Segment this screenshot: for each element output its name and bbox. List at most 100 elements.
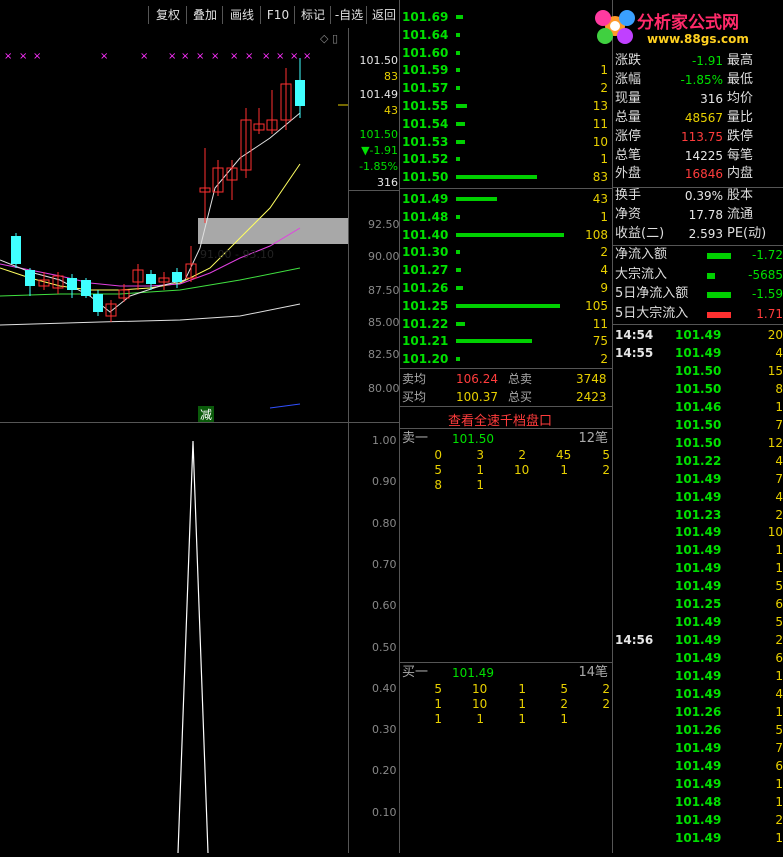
quote-value: -1.85% bbox=[680, 72, 723, 87]
svg-text:×: × bbox=[4, 51, 12, 62]
book-volume: 2 bbox=[600, 245, 608, 260]
toolbar-button-1[interactable]: 叠加 bbox=[186, 6, 223, 24]
tick-volume: 1 bbox=[775, 776, 783, 791]
quote-value: -1.91 bbox=[691, 54, 723, 68]
book-price: 101.59 bbox=[402, 63, 449, 78]
tick-volume: 5 bbox=[775, 615, 783, 630]
queue-order: 2 bbox=[602, 697, 610, 711]
quote-label-right: 股本 bbox=[727, 188, 754, 204]
flow-label: 5日净流入额 bbox=[615, 286, 689, 301]
volume-bar bbox=[456, 197, 498, 201]
quote-label: 净资 bbox=[615, 207, 642, 223]
volume-bar bbox=[456, 321, 465, 326]
queue-label: 卖一 bbox=[402, 431, 429, 446]
toolbar-button-4[interactable]: 标记 bbox=[294, 6, 331, 24]
quote-label-right: 量比 bbox=[727, 109, 754, 125]
side-value: 43 bbox=[384, 104, 398, 117]
book-volume: 83 bbox=[592, 170, 608, 185]
candlestick-chart: × × × × × × × × × × × × × × × bbox=[0, 51, 348, 409]
queue-order: 1 bbox=[518, 712, 526, 726]
book-volume: 11 bbox=[592, 116, 608, 131]
indicator-tick: 0.70 bbox=[372, 557, 397, 571]
indicator-tick: 0.60 bbox=[372, 599, 397, 613]
flower-logo-icon bbox=[595, 10, 635, 44]
tick-volume: 7 bbox=[775, 417, 783, 432]
flow-value: -1.59 bbox=[751, 287, 783, 301]
quote-label-right: 最高 bbox=[727, 53, 754, 68]
flow-label: 净流入额 bbox=[615, 247, 668, 262]
book-volume: 2 bbox=[600, 352, 608, 367]
tick-price: 101.49 bbox=[675, 543, 722, 558]
toolbar-button-3[interactable]: F10 bbox=[260, 6, 295, 24]
tick-price: 101.49 bbox=[675, 651, 722, 666]
tick-price: 101.26 bbox=[675, 704, 722, 719]
tick-price: 101.49 bbox=[675, 579, 722, 594]
tick-volume: 1 bbox=[775, 561, 783, 576]
tick-price: 101.49 bbox=[675, 740, 722, 755]
toolbar-button-6[interactable]: 返回 bbox=[366, 6, 401, 24]
flow-value: 1.71 bbox=[756, 306, 783, 321]
book-volume: 75 bbox=[592, 334, 608, 349]
volume-bar bbox=[456, 68, 460, 73]
toolbar: 复权 叠加 画线 F10 标记 -自选 返回 bbox=[0, 0, 400, 28]
indicator-tick: 0.20 bbox=[372, 764, 397, 778]
indicator-chart[interactable] bbox=[0, 423, 348, 854]
svg-text:×: × bbox=[168, 51, 176, 62]
book-price: 101.27 bbox=[402, 263, 449, 278]
book-price: 101.60 bbox=[402, 45, 449, 60]
tick-price: 101.49 bbox=[675, 561, 722, 576]
tick-volume: 12 bbox=[767, 435, 783, 450]
svg-text:×: × bbox=[230, 51, 238, 62]
flow-bar bbox=[707, 272, 715, 279]
tick-volume: 1 bbox=[775, 399, 783, 414]
tick-price: 101.49 bbox=[675, 615, 722, 630]
tick-price: 101.49 bbox=[675, 687, 722, 701]
volume-bar bbox=[456, 157, 460, 162]
book-volume: 1 bbox=[600, 63, 608, 78]
book-price: 101.57 bbox=[402, 81, 449, 96]
tick-volume: 2 bbox=[775, 507, 783, 522]
book-volume: 11 bbox=[592, 316, 608, 331]
quote-label: 涨停 bbox=[615, 128, 642, 144]
book-volume: 43 bbox=[592, 192, 608, 206]
book-price: 101.53 bbox=[402, 134, 449, 149]
tick-price: 101.46 bbox=[675, 399, 722, 414]
volume-bar bbox=[456, 175, 537, 180]
tick-volume: 5 bbox=[775, 579, 783, 594]
quote-value: 316 bbox=[700, 91, 723, 106]
volume-bar bbox=[456, 139, 465, 144]
flow-value: -5685 bbox=[748, 267, 783, 282]
price-chart[interactable]: × × × × × × × × × × × × × × × 91.00 - 93… bbox=[0, 28, 348, 423]
flow-value: -1.72 bbox=[751, 248, 783, 262]
queue-order: 1 bbox=[434, 712, 442, 726]
tick-price: 101.49 bbox=[675, 345, 722, 360]
y-tick: 87.50 bbox=[368, 284, 400, 297]
tick-volume: 7 bbox=[775, 471, 783, 486]
book-price: 101.22 bbox=[402, 316, 449, 331]
toolbar-button-5[interactable]: -自选 bbox=[330, 6, 367, 24]
logo-url: www.88gs.com bbox=[647, 32, 749, 46]
book-summary: 卖均 106.24 总卖 3748 买均 100.37 总买 2423 bbox=[402, 372, 607, 404]
toolbar-button-2[interactable]: 画线 bbox=[222, 6, 261, 24]
svg-text:×: × bbox=[33, 51, 41, 62]
tick-price: 101.49 bbox=[675, 489, 722, 504]
site-logo: 分析家公式网 www.88gs.com bbox=[585, 0, 783, 52]
tick-price: 101.50 bbox=[675, 363, 722, 378]
quote-label: 涨幅 bbox=[615, 71, 642, 87]
volume-bar bbox=[456, 121, 465, 126]
volume-bar bbox=[456, 50, 460, 55]
tick-volume: 2 bbox=[775, 633, 783, 648]
tick-volume: 7 bbox=[775, 740, 783, 755]
toolbar-button-0[interactable]: 复权 bbox=[148, 6, 187, 24]
full-depth-link[interactable]: 查看全速千档盘口 bbox=[448, 410, 552, 429]
chart-settings-icon[interactable]: ◇ ▯ bbox=[320, 32, 338, 45]
quote-label-right: 最低 bbox=[727, 71, 754, 87]
y-tick: 85.00 bbox=[368, 316, 400, 329]
quote-label-right: 每笔 bbox=[727, 147, 754, 163]
svg-text:×: × bbox=[245, 51, 253, 62]
tick-volume: 4 bbox=[775, 687, 783, 701]
quote-label: 现量 bbox=[615, 90, 642, 106]
volume-bar bbox=[456, 214, 460, 219]
tick-volume: 4 bbox=[775, 453, 783, 468]
quote-label: 总笔 bbox=[615, 147, 642, 163]
